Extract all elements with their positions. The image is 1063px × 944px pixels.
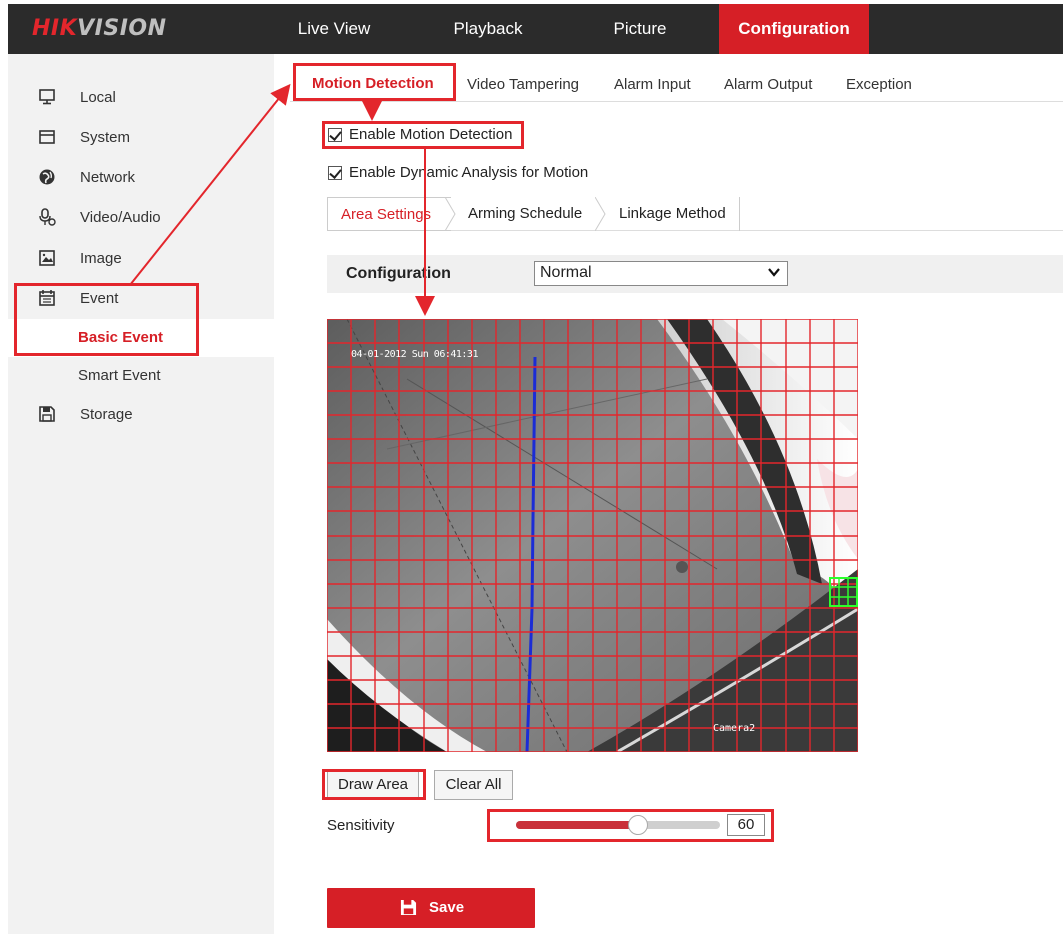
step-linkage-method[interactable]: Linkage Method bbox=[619, 197, 726, 231]
sidebar-item-label: Video/Audio bbox=[80, 209, 161, 226]
sidebar-item-storage[interactable]: Storage bbox=[8, 396, 274, 434]
nav-playback[interactable]: Playback bbox=[436, 4, 540, 54]
step-divider bbox=[739, 197, 740, 231]
sidebar-item-local[interactable]: Local bbox=[8, 79, 274, 117]
top-navigation-bar: HIKVISION Live View Playback Picture Con… bbox=[8, 4, 1063, 54]
video-preview[interactable]: 04-01-2012 Sun 06:41:31 Camera2 bbox=[327, 319, 858, 752]
sidebar-item-video-audio[interactable]: Video/Audio bbox=[8, 199, 274, 237]
configuration-row: Configuration Normal bbox=[327, 255, 1063, 293]
save-button[interactable]: Save bbox=[327, 888, 535, 928]
sidebar-item-label: Network bbox=[80, 169, 136, 186]
tab-alarm-output[interactable]: Alarm Output bbox=[724, 76, 812, 93]
step-separator-chevron bbox=[445, 197, 456, 231]
step-arming-schedule[interactable]: Arming Schedule bbox=[468, 197, 582, 231]
calendar-icon bbox=[39, 290, 55, 306]
sensitivity-slider[interactable] bbox=[516, 815, 720, 835]
configuration-select[interactable]: Normal bbox=[534, 261, 788, 286]
window-icon bbox=[39, 130, 55, 144]
camera-scene bbox=[327, 319, 858, 752]
chevron-down-icon bbox=[768, 268, 780, 277]
floppy-disk-icon bbox=[39, 406, 55, 422]
sidebar: Local System Network Video/Audio Image E… bbox=[8, 54, 274, 934]
nav-picture[interactable]: Picture bbox=[598, 4, 682, 54]
step-separator-chevron bbox=[595, 197, 606, 231]
image-icon bbox=[39, 250, 55, 266]
sidebar-item-event[interactable]: Event bbox=[8, 280, 274, 318]
step-area-settings[interactable]: Area Settings bbox=[327, 197, 451, 231]
sidebar-subitem-label: Smart Event bbox=[78, 367, 161, 384]
sensitivity-slider-handle[interactable] bbox=[628, 815, 649, 835]
checkbox-label: Enable Motion Detection bbox=[349, 126, 513, 143]
tab-motion-detection[interactable]: Motion Detection bbox=[312, 75, 434, 92]
checkbox-checked[interactable] bbox=[328, 166, 342, 180]
sensitivity-label: Sensitivity bbox=[327, 817, 395, 834]
sidebar-item-label: System bbox=[80, 129, 131, 146]
sidebar-item-label: Event bbox=[80, 290, 119, 307]
sidebar-subitem-smart-event[interactable]: Smart Event bbox=[8, 357, 274, 395]
sensitivity-slider-fill bbox=[516, 821, 639, 829]
save-button-label: Save bbox=[429, 899, 465, 916]
tab-alarm-input[interactable]: Alarm Input bbox=[614, 76, 691, 93]
enable-dynamic-analysis-checkbox[interactable]: Enable Dynamic Analysis for Motion bbox=[328, 163, 598, 183]
tab-video-tampering[interactable]: Video Tampering bbox=[467, 76, 579, 93]
sidebar-item-system[interactable]: System bbox=[8, 119, 274, 157]
sidebar-subitem-basic-event[interactable]: Basic Event bbox=[8, 319, 274, 357]
nav-configuration[interactable]: Configuration bbox=[719, 4, 869, 54]
sidebar-subitem-label: Basic Event bbox=[78, 329, 164, 346]
configuration-select-value: Normal bbox=[540, 264, 592, 281]
floppy-disk-icon bbox=[400, 899, 417, 916]
microphone-icon bbox=[39, 208, 56, 226]
sensitivity-value-field[interactable]: 60 bbox=[727, 814, 765, 836]
sidebar-item-image[interactable]: Image bbox=[8, 240, 274, 278]
sidebar-item-label: Local bbox=[80, 89, 116, 106]
monitor-icon bbox=[39, 89, 55, 105]
settings-steps: Area Settings Arming Schedule Linkage Me… bbox=[327, 197, 1063, 231]
globe-icon bbox=[39, 169, 55, 185]
draw-area-button[interactable]: Draw Area bbox=[327, 770, 419, 800]
nav-live-view[interactable]: Live View bbox=[286, 4, 382, 54]
configuration-label: Configuration bbox=[346, 265, 451, 282]
clear-all-button[interactable]: Clear All bbox=[434, 770, 513, 800]
sidebar-item-label: Storage bbox=[80, 406, 133, 423]
checkbox-label: Enable Dynamic Analysis for Motion bbox=[349, 164, 589, 181]
sidebar-item-label: Image bbox=[80, 250, 122, 267]
osd-camera-name: Camera2 bbox=[713, 723, 756, 734]
tab-exception[interactable]: Exception bbox=[846, 76, 912, 93]
event-tabs: Motion Detection Video Tampering Alarm I… bbox=[290, 60, 1063, 102]
sidebar-item-network[interactable]: Network bbox=[8, 159, 274, 197]
checkbox-checked[interactable] bbox=[328, 128, 342, 142]
osd-timestamp: 04-01-2012 Sun 06:41:31 bbox=[351, 349, 478, 360]
enable-motion-detection-checkbox[interactable]: Enable Motion Detection bbox=[328, 125, 518, 145]
hikvision-logo: HIKVISION bbox=[32, 16, 167, 41]
